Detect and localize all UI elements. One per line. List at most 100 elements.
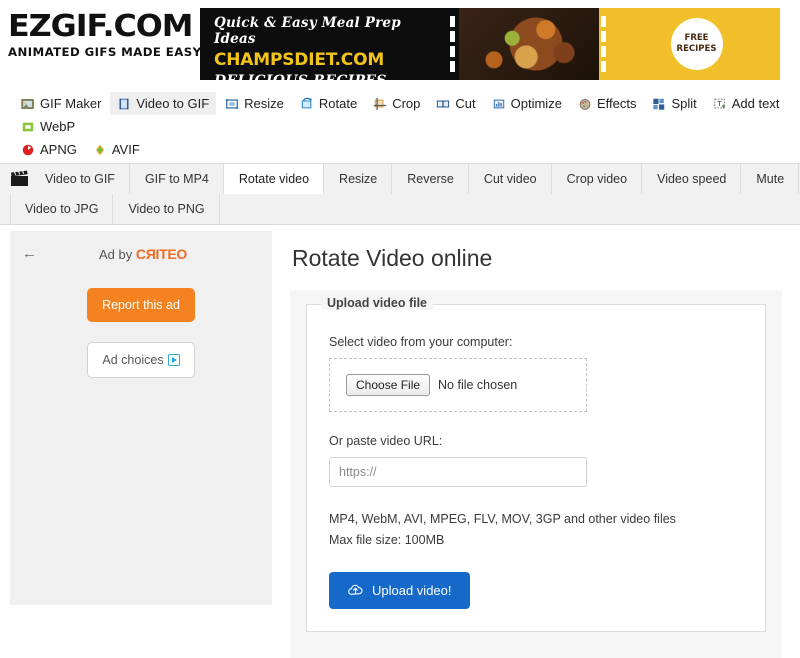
ad-back-arrow-icon[interactable]: ←: [22, 245, 44, 262]
tab-label: Video to GIF: [45, 172, 115, 186]
video-tool-tabs: Video to GIF GIF to MP4 Rotate video Res…: [0, 164, 800, 225]
banner-subline: DELICIOUS RECIPES: [214, 73, 445, 80]
file-drop-area[interactable]: Choose File No file chosen: [329, 358, 587, 412]
formats-line: MP4, WebM, AVI, MPEG, FLV, MOV, 3GP and …: [329, 512, 676, 526]
ad-header: ← Ad by CRITEO: [10, 245, 272, 262]
page-header: EZGIF.COM ANIMATED GIFS MADE EASY Quick …: [0, 0, 800, 88]
tab-label: Rotate video: [238, 172, 310, 186]
video-to-gif-icon: [120, 98, 129, 109]
logo-tagline: ANIMATED GIFS MADE EASY: [8, 45, 202, 59]
nav-avif[interactable]: AVIF: [86, 138, 147, 161]
tab-cut-video[interactable]: Cut video: [469, 164, 552, 194]
main-nav-row-1: GIF Maker Video to GIF Resize Rotate Cro…: [14, 92, 790, 138]
choose-file-button[interactable]: Choose File: [346, 374, 431, 396]
tab-gif-to-mp4[interactable]: GIF to MP4: [130, 164, 224, 194]
badge-line-2: RECIPES: [676, 44, 717, 54]
ad-by-prefix: Ad by: [99, 246, 136, 262]
nav-resize[interactable]: Resize: [218, 92, 291, 115]
clapperboard-icon-wrap: [10, 164, 30, 194]
upload-panel: Upload video file Select video from your…: [290, 290, 782, 658]
resize-icon: [226, 98, 239, 109]
nav-label: GIF Maker: [40, 96, 102, 111]
nav-label: AVIF: [111, 142, 140, 157]
file-status-text: No file chosen: [438, 378, 518, 392]
avif-icon: [95, 144, 104, 155]
banner-advertisement[interactable]: Quick & Easy Meal Prep Ideas CHAMPSDIET.…: [200, 8, 780, 80]
report-this-ad-button[interactable]: Report this ad: [87, 288, 195, 322]
ad-choices-triangle-icon: [167, 354, 180, 366]
page-title: Rotate Video online: [292, 245, 493, 271]
video-url-input[interactable]: [329, 457, 587, 487]
nav-split[interactable]: Split: [645, 92, 703, 115]
tab-label: Resize: [339, 172, 378, 186]
ad-network-name: CRITEO: [135, 245, 187, 262]
tab-label: Crop video: [566, 172, 628, 186]
nav-label: Optimize: [510, 96, 562, 111]
nav-crop[interactable]: Crop: [366, 92, 427, 115]
logo-text: EZGIF.COM: [8, 9, 193, 44]
tab-rotate-video[interactable]: Rotate video: [223, 164, 325, 194]
tab-crop-video[interactable]: Crop video: [552, 164, 643, 194]
rotate-icon: [301, 97, 312, 108]
tab-reverse[interactable]: Reverse: [392, 164, 469, 194]
nav-label: APNG: [40, 142, 77, 157]
video-url-label: Or paste video URL:: [329, 434, 443, 448]
banner-headline: Quick & Easy Meal Prep Ideas: [214, 15, 401, 47]
nav-gif-maker[interactable]: GIF Maker: [14, 92, 108, 115]
nav-label: WebP: [40, 119, 76, 134]
nav-label: Effects: [596, 96, 637, 111]
upload-fieldset-legend: Upload video file: [321, 296, 434, 310]
nav-label: Add text: [731, 96, 780, 111]
nav-add-text[interactable]: T Add text: [706, 92, 787, 115]
site-logo[interactable]: EZGIF.COM ANIMATED GIFS MADE EASY: [0, 0, 201, 60]
main-navigation: GIF Maker Video to GIF Resize Rotate Cro…: [0, 88, 800, 164]
nav-label: Cut: [455, 96, 476, 111]
nav-video-to-gif[interactable]: Video to GIF: [110, 92, 217, 115]
banner-brand: CHAMPSDIET.COM: [214, 50, 385, 70]
nav-optimize[interactable]: Optimize: [485, 92, 569, 115]
crop-icon: [374, 97, 387, 110]
banner-text-block: Quick & Easy Meal Prep Ideas CHAMPSDIET.…: [200, 8, 445, 80]
ad-attribution: Ad by CRITEO: [44, 246, 242, 262]
tab-video-speed[interactable]: Video speed: [642, 164, 742, 194]
cloud-upload-icon: [348, 585, 363, 596]
nav-cut[interactable]: Cut: [429, 92, 482, 115]
page-content: ← Ad by CRITEO Report this ad Ad choices…: [0, 225, 800, 658]
supported-formats-info: MP4, WebM, AVI, MPEG, FLV, MOV, 3GP and …: [329, 509, 743, 550]
banner-dash-divider: [445, 8, 459, 80]
apng-icon: [22, 144, 34, 155]
badge-line-1: FREE: [684, 33, 709, 44]
cut-icon: [437, 100, 450, 107]
optimize-icon: [493, 99, 504, 108]
banner-food-photo: [459, 8, 599, 80]
free-recipes-badge: FREE RECIPES: [670, 18, 723, 70]
nav-effects[interactable]: Effects: [571, 92, 644, 115]
tab-label: Mute: [756, 172, 785, 186]
tab-video-to-gif[interactable]: Video to GIF: [30, 164, 130, 194]
tab-label: Video speed: [657, 172, 727, 186]
ad-choices-button[interactable]: Ad choices: [87, 342, 195, 378]
nav-rotate[interactable]: Rotate: [293, 92, 364, 115]
tab-label: Video to PNG: [128, 202, 205, 216]
upload-video-button[interactable]: Upload video!: [329, 572, 470, 610]
tab-video-to-jpg[interactable]: Video to JPG: [10, 194, 114, 224]
clapperboard-icon: [11, 170, 28, 186]
video-tool-tabs-row-1: Video to GIF GIF to MP4 Rotate video Res…: [10, 164, 800, 194]
nav-webp[interactable]: WebP: [14, 115, 82, 138]
nav-label: Crop: [392, 96, 421, 111]
tab-label: Reverse: [407, 172, 454, 186]
nav-apng[interactable]: APNG: [14, 138, 84, 161]
tab-mute[interactable]: Mute: [741, 164, 800, 194]
main-nav-row-2: APNG AVIF: [14, 138, 790, 161]
effects-icon: [579, 98, 591, 110]
nav-label: Video to GIF: [136, 96, 210, 111]
tab-video-to-png[interactable]: Video to PNG: [113, 194, 220, 224]
webp-icon: [22, 122, 34, 131]
file-input-row: Choose File No file chosen: [346, 374, 570, 396]
tab-label: GIF to MP4: [144, 172, 209, 186]
add-text-icon: T: [714, 98, 725, 108]
ad-choices-label: Ad choices: [102, 353, 164, 367]
tab-resize[interactable]: Resize: [324, 164, 393, 194]
max-size-line: Max file size: 100MB: [329, 532, 445, 547]
upload-button-label: Upload video!: [372, 583, 452, 599]
